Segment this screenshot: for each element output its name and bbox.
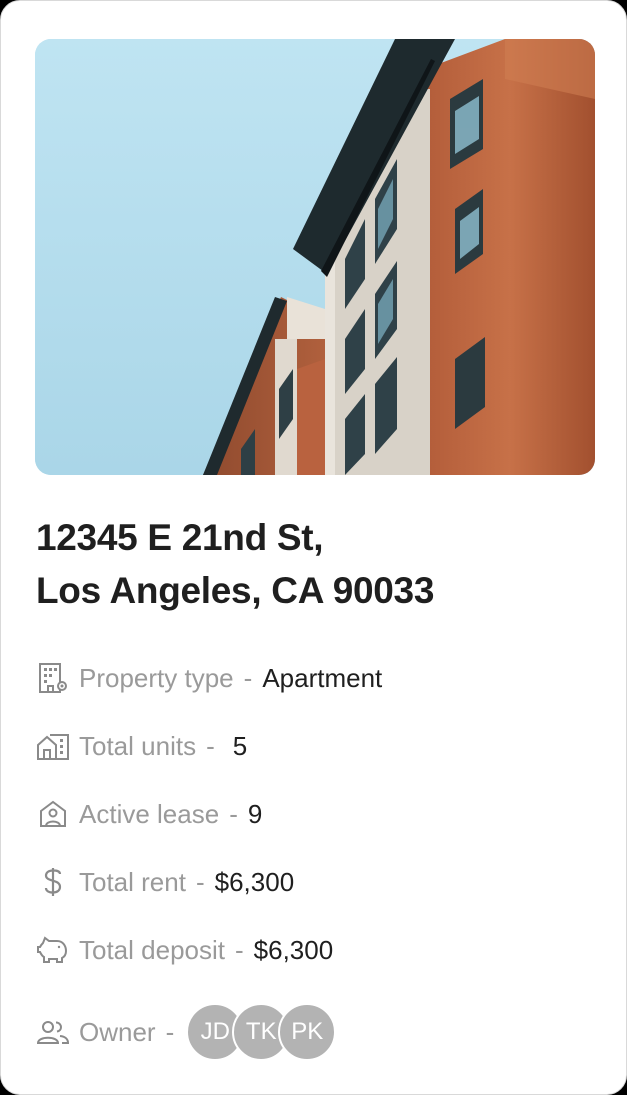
detail-value: Apartment (262, 662, 383, 693)
property-photo (35, 39, 595, 475)
detail-label: Total rent (79, 866, 186, 897)
address-line-2: Los Angeles, CA 90033 (36, 570, 435, 611)
detail-label: Active lease (79, 798, 220, 829)
detail-label: Property type (79, 662, 234, 693)
detail-value: 9 (247, 798, 263, 829)
address-line-1: 12345 E 21nd St, (36, 517, 324, 558)
piggy-bank-icon (36, 933, 70, 967)
detail-value: $6,300 (253, 934, 334, 965)
house-units-icon (36, 729, 70, 763)
detail-active-lease: Active lease - 9 (36, 794, 262, 834)
detail-separator: - (243, 662, 253, 693)
apartment-building-image (35, 39, 595, 475)
detail-total-deposit: Total deposit - $6,300 (36, 930, 333, 970)
detail-label: Total deposit (79, 934, 225, 965)
people-icon (36, 1015, 70, 1049)
person-house-icon (36, 797, 70, 831)
owner-label: Owner (79, 1016, 156, 1047)
detail-value: 5 (232, 730, 248, 761)
avatar[interactable]: PK (278, 1003, 337, 1061)
detail-total-rent: Total rent - $6,300 (36, 862, 294, 902)
detail-label: Total units (79, 730, 197, 761)
property-card[interactable]: 12345 E 21nd St, Los Angeles, CA 90033 P… (0, 0, 627, 1095)
detail-total-units: Total units - 5 (36, 726, 247, 766)
owner-avatars: JD TK PK (186, 1003, 337, 1061)
detail-separator: - (229, 798, 238, 829)
detail-separator: - (206, 730, 215, 761)
dollar-icon (36, 865, 70, 899)
detail-value: $6,300 (214, 866, 295, 897)
detail-separator: - (195, 866, 205, 897)
building-gear-icon (36, 661, 70, 695)
detail-property-type: Property type - Apartment (36, 658, 382, 698)
owner-separator: - (165, 1016, 175, 1047)
property-address: 12345 E 21nd St, Los Angeles, CA 90033 (36, 511, 596, 617)
detail-owner: Owner - JD TK PK (36, 1002, 337, 1062)
detail-separator: - (234, 934, 244, 965)
